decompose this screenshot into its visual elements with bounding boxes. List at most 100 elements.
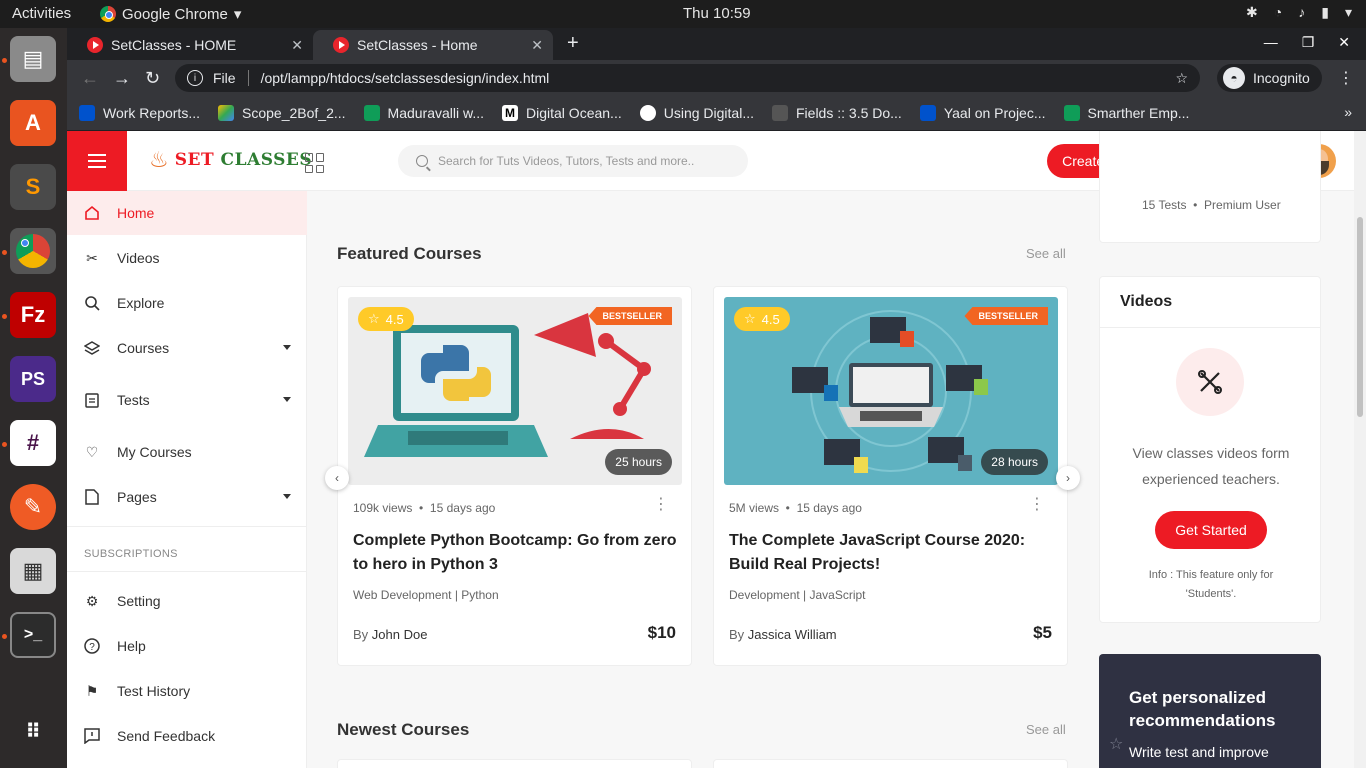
course-title[interactable]: The Complete JavaScript Course 2020: Bui…: [729, 529, 1059, 577]
close-tab-icon[interactable]: ✕: [531, 37, 543, 54]
search-input[interactable]: Search for Tuts Videos, Tutors, Tests an…: [398, 145, 748, 177]
more-bookmarks-icon[interactable]: »: [1344, 104, 1352, 120]
sidebar-item-courses[interactable]: Courses: [67, 326, 307, 370]
recommendations-banner[interactable]: ☆ Get personalized recommendations Write…: [1099, 654, 1321, 768]
sidebar-item-test-history[interactable]: ⚑ Test History: [67, 669, 307, 713]
bookmark-item[interactable]: M Digital Ocean...: [502, 105, 622, 121]
course-card[interactable]: [713, 759, 1068, 768]
show-applications-icon[interactable]: ⠿: [10, 708, 56, 754]
course-views: 5M views: [729, 501, 780, 515]
sidebar-item-my-courses[interactable]: ♡ My Courses: [67, 430, 307, 474]
sublime-text-icon[interactable]: S: [10, 164, 56, 210]
address-bar[interactable]: i File /opt/lampp/htdocs/setclassesdesig…: [175, 64, 1200, 92]
sidebar-item-videos[interactable]: ✂ Videos: [67, 236, 307, 280]
terminal-icon[interactable]: >_: [10, 612, 56, 658]
carousel-next-button[interactable]: ›: [1056, 466, 1080, 490]
apps-grid-icon[interactable]: [305, 153, 325, 173]
carousel-prev-button[interactable]: ‹: [325, 466, 349, 490]
postman-icon[interactable]: ✎: [10, 484, 56, 530]
chrome-app-icon[interactable]: [10, 228, 56, 274]
bookmark-item[interactable]: Scope_2Bof_2...: [218, 105, 346, 121]
more-options-icon[interactable]: ⋮: [1029, 497, 1045, 513]
sheets-icon: [1063, 105, 1080, 121]
slack-icon[interactable]: #: [10, 420, 56, 466]
bookmark-label: Digital Ocean...: [526, 105, 622, 121]
bookmark-star-icon[interactable]: ☆: [1175, 70, 1188, 87]
hamburger-menu-button[interactable]: [67, 131, 127, 191]
page-scrollbar[interactable]: [1354, 131, 1366, 768]
feedback-icon: [83, 727, 101, 745]
sidebar-item-help[interactable]: ? Help: [67, 624, 307, 668]
author-name[interactable]: John Doe: [372, 627, 428, 642]
bookmark-item[interactable]: Using Digital...: [639, 105, 754, 121]
newest-see-all-link[interactable]: See all: [1026, 722, 1066, 737]
course-views: 109k views: [353, 501, 413, 515]
course-card[interactable]: [337, 759, 692, 768]
featured-see-all-link[interactable]: See all: [1026, 246, 1066, 261]
card-divider: [1100, 327, 1320, 328]
software-center-icon[interactable]: A: [10, 100, 56, 146]
app-menu[interactable]: Google Chrome ▾: [100, 5, 241, 23]
bookmark-item[interactable]: Maduravalli w...: [363, 105, 484, 121]
phpstorm-icon[interactable]: PS: [10, 356, 56, 402]
sidebar-item-tests[interactable]: Tests: [67, 378, 307, 422]
sidebar-item-home[interactable]: Home: [67, 191, 307, 235]
caret-down-icon: [283, 345, 291, 350]
incognito-icon: ◓: [1223, 67, 1245, 89]
forward-icon[interactable]: →: [113, 68, 131, 89]
back-icon[interactable]: ←: [81, 68, 99, 89]
site-logo[interactable]: ♨ SET CLASSES: [149, 149, 312, 171]
clock[interactable]: Thu 10:59: [683, 5, 751, 22]
browser-tab[interactable]: SetClasses - HOME ✕: [67, 30, 313, 60]
power-menu-icon[interactable]: ▾: [1345, 4, 1352, 21]
get-started-button[interactable]: Get Started: [1155, 511, 1267, 549]
reload-icon[interactable]: ↻: [145, 68, 160, 89]
course-date: 15 days ago: [429, 501, 496, 515]
browser-toolbar: ← → ↻ i File /opt/lampp/htdocs/setclasse…: [67, 60, 1366, 96]
sidebar-divider: [67, 571, 307, 572]
info-icon[interactable]: i: [187, 70, 203, 86]
bookmark-item[interactable]: Smarther Emp...: [1063, 105, 1189, 121]
rating-value: 4.5: [385, 311, 404, 327]
activities-button[interactable]: Activities: [12, 5, 71, 22]
sidebar-item-explore[interactable]: Explore: [67, 281, 307, 325]
more-options-icon[interactable]: ⋮: [653, 497, 669, 513]
new-tab-icon[interactable]: +: [567, 32, 579, 55]
minimize-icon[interactable]: —: [1264, 34, 1278, 51]
bookmark-item[interactable]: Work Reports...: [79, 105, 200, 121]
wifi-icon[interactable]: ◔: [1274, 4, 1282, 21]
course-price: $10: [647, 623, 676, 642]
sidebar-item-pages[interactable]: Pages: [67, 475, 307, 519]
incognito-indicator[interactable]: ◓ Incognito: [1217, 64, 1322, 92]
url-text[interactable]: /opt/lampp/htdocs/setclassesdesign/index…: [261, 70, 550, 86]
volume-icon[interactable]: ♪: [1298, 4, 1305, 21]
bookmark-item[interactable]: Fields :: 3.5 Do...: [772, 105, 902, 121]
sidebar-item-setting[interactable]: ⚙ Setting: [67, 579, 307, 623]
course-card[interactable]: ☆ 4.5 BESTSELLER 28 hours 5M views • 15 d…: [713, 286, 1068, 666]
sidebar-item-label: Test History: [117, 683, 191, 699]
system-tray[interactable]: ✱ ◔ ♪ ▮ ▾: [1246, 4, 1352, 21]
browser-tab-active[interactable]: SetClasses - Home ✕: [313, 30, 553, 60]
author-name[interactable]: Jassica William: [748, 627, 837, 642]
newest-courses-title: Newest Courses: [337, 720, 470, 739]
scrollbar-thumb[interactable]: [1357, 217, 1363, 417]
bookmark-item[interactable]: Yaal on Projec...: [919, 105, 1046, 121]
course-card[interactable]: ☆ 4.5 BESTSELLER 25 hours 109k views • 15…: [337, 286, 692, 666]
calculator-icon[interactable]: ▦: [10, 548, 56, 594]
running-indicator: [2, 442, 7, 447]
files-app-icon[interactable]: ▤: [10, 36, 56, 82]
close-window-icon[interactable]: ✕: [1338, 34, 1350, 51]
network-share-icon[interactable]: ✱: [1246, 4, 1258, 21]
author-prefix: By: [729, 627, 745, 642]
course-title[interactable]: Complete Python Bootcamp: Go from zero t…: [353, 529, 683, 577]
promo-title: Get personalized recommendations: [1129, 688, 1276, 730]
maximize-icon[interactable]: ❐: [1302, 34, 1315, 51]
close-tab-icon[interactable]: ✕: [291, 37, 303, 54]
rating-value: 4.5: [761, 311, 780, 327]
battery-icon[interactable]: ▮: [1321, 4, 1329, 21]
app-menu-label: Google Chrome: [122, 5, 228, 23]
browser-menu-icon[interactable]: ⋮: [1338, 68, 1354, 88]
sidebar-item-send-feedback[interactable]: Send Feedback: [67, 714, 307, 758]
filezilla-icon[interactable]: Fz: [10, 292, 56, 338]
running-indicator: [2, 58, 7, 63]
